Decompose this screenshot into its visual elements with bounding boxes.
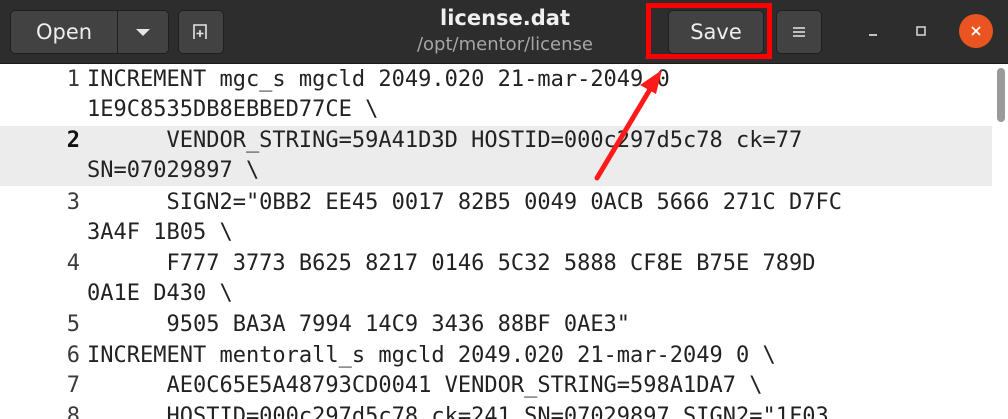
minimize-icon	[869, 34, 877, 36]
line-number: 3	[66, 190, 80, 215]
line-number: 5	[66, 312, 80, 337]
line-number: 4	[66, 251, 80, 276]
header-bar: Open license.dat /opt/mentor/license Sav…	[0, 0, 1008, 64]
new-tab-button[interactable]	[178, 10, 224, 54]
line-number: 2	[66, 128, 80, 153]
menu-button[interactable]	[776, 10, 822, 54]
open-menu-button[interactable]	[117, 10, 169, 54]
code-text-wrapped: 0A1E D430 \	[87, 281, 233, 306]
code-text-wrapped: 3A4F 1B05 \	[87, 220, 233, 245]
close-icon	[971, 26, 981, 36]
open-button-label: Open	[35, 20, 93, 44]
line-number: 6	[66, 343, 80, 368]
code-text: F777 3773 B625 8217 0146 5C32 5888 CF8E …	[87, 251, 816, 276]
line-number: 8	[66, 404, 80, 419]
save-button[interactable]: Save	[668, 10, 764, 54]
chevron-down-icon	[136, 28, 150, 36]
text-editor[interactable]: 1 INCREMENT mgc_s mgcld 2049.020 21-mar-…	[0, 65, 992, 419]
minimize-button[interactable]	[856, 14, 890, 48]
code-text: HOSTID=000c297d5c78 ck=241 SN=07029897 S…	[87, 404, 829, 419]
close-button[interactable]	[959, 14, 993, 48]
code-text: SIGN2="0BB2 EE45 0017 82B5 0049 0ACB 566…	[87, 190, 842, 215]
save-button-label: Save	[690, 20, 742, 44]
line-number: 7	[66, 373, 80, 398]
maximize-icon	[916, 26, 926, 36]
window-subtitle: /opt/mentor/license	[416, 34, 593, 55]
code-text: INCREMENT mentorall_s mgcld 2049.020 21-…	[87, 343, 776, 368]
code-text-wrapped: SN=07029897 \	[87, 158, 260, 183]
code-text-wrapped: 1E9C8535DB8EBBED77CE \	[87, 97, 379, 122]
open-button[interactable]: Open	[10, 10, 118, 54]
code-text: VENDOR_STRING=59A41D3D HOSTID=000c297d5c…	[87, 128, 803, 153]
window-titles: license.dat /opt/mentor/license	[330, 4, 680, 58]
scrollbar-thumb[interactable]	[997, 68, 1005, 122]
code-text: INCREMENT mgc_s mgcld 2049.020 21-mar-20…	[87, 67, 670, 92]
code-text: AE0C65E5A48793CD0041 VENDOR_STRING=598A1…	[87, 373, 763, 398]
hamburger-menu-icon	[793, 27, 805, 37]
new-tab-icon	[193, 24, 207, 39]
window-title: license.dat	[440, 6, 570, 30]
line-number: 1	[66, 67, 80, 92]
code-text: 9505 BA3A 7994 14C9 3436 88BF 0AE3"	[87, 312, 631, 337]
maximize-button[interactable]	[904, 14, 938, 48]
